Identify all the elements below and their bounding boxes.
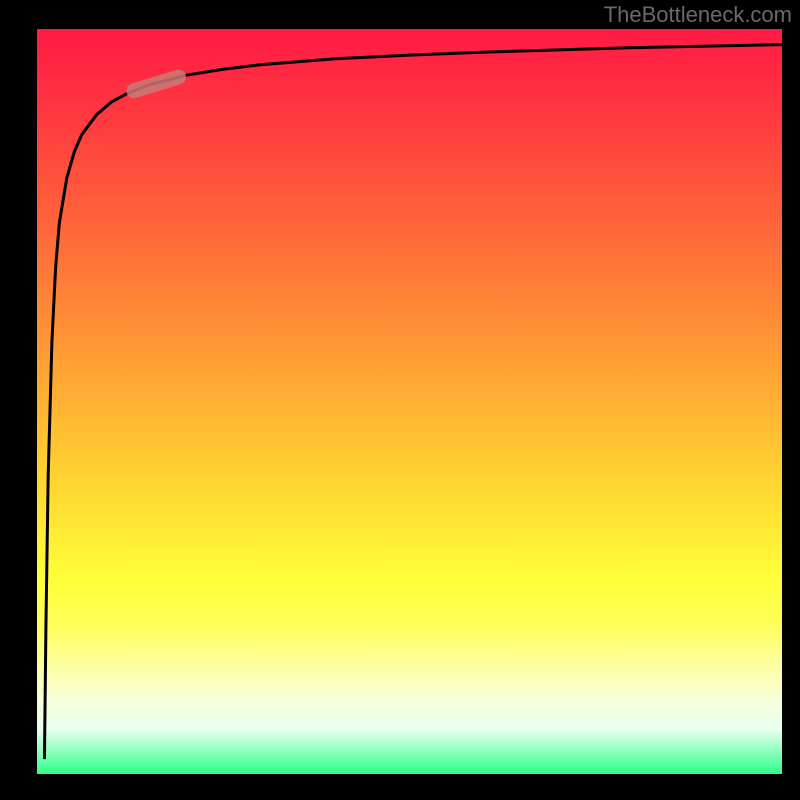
attribution-label: TheBottleneck.com (604, 2, 792, 28)
chart-curve (37, 29, 782, 774)
